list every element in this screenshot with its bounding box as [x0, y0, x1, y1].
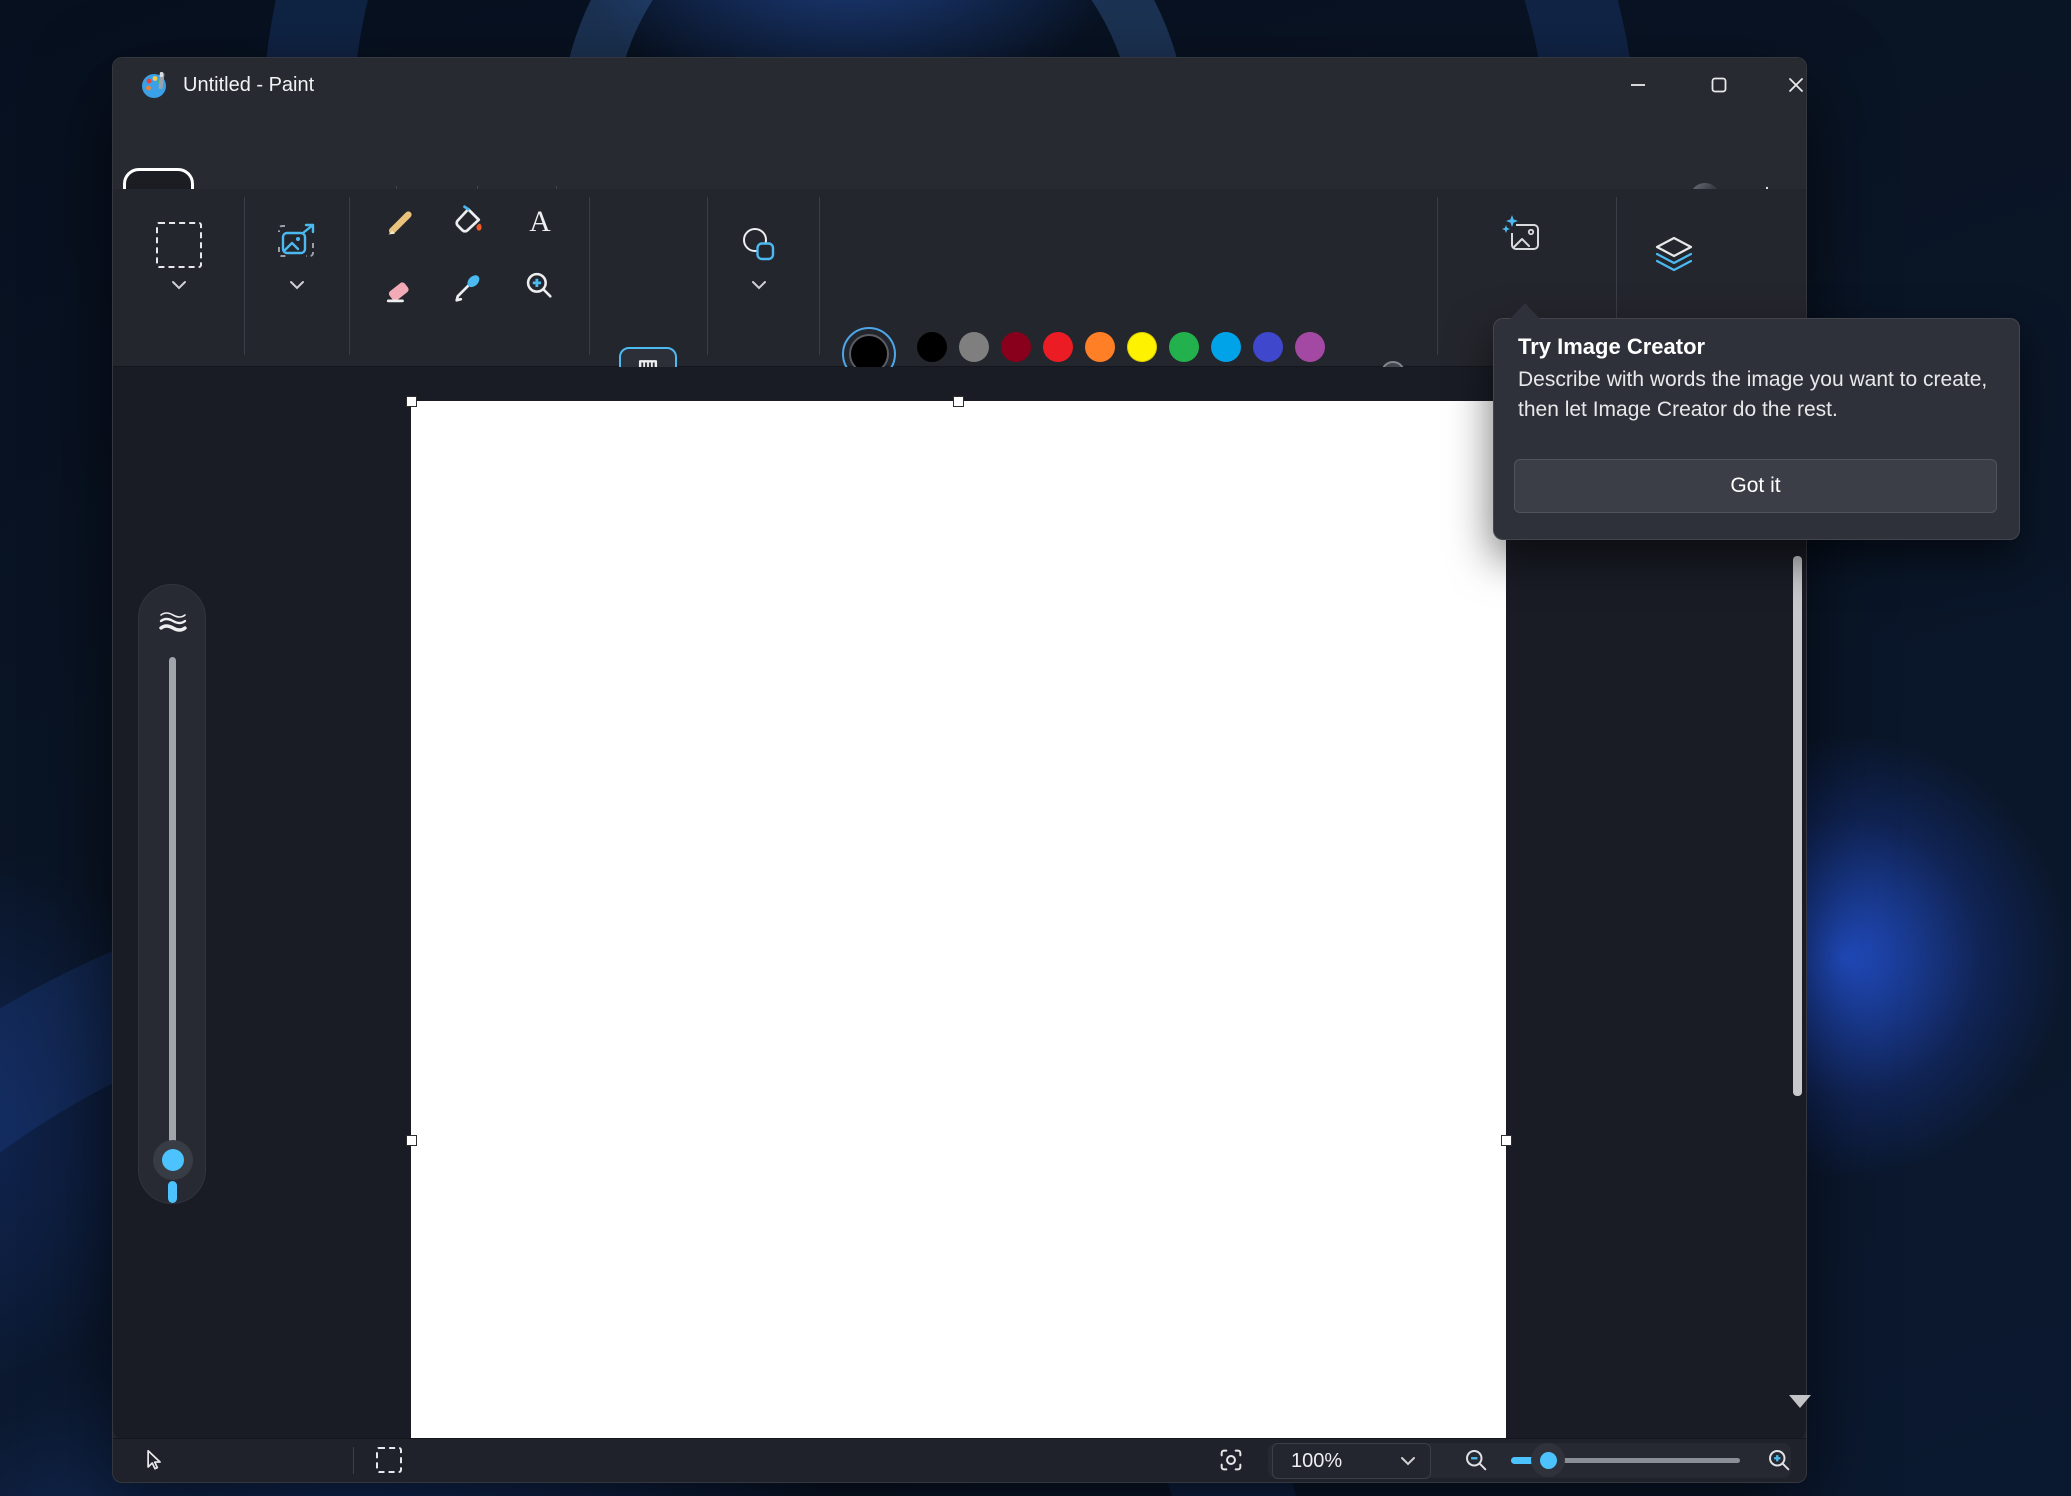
- scrollbar-down-arrow-icon[interactable]: [1789, 1395, 1811, 1408]
- text-tool-button[interactable]: A: [523, 205, 557, 239]
- eraser-tool-button[interactable]: [380, 273, 416, 309]
- got-it-label: Got it: [1730, 474, 1780, 498]
- zoom-level-value: 100%: [1291, 1450, 1400, 1473]
- tooltip-title: Try Image Creator: [1518, 334, 1995, 360]
- colour-swatch[interactable]: [1253, 332, 1283, 362]
- canvas-resize-handle[interactable]: [953, 396, 964, 407]
- minimize-button[interactable]: [1609, 62, 1667, 108]
- close-button[interactable]: [1767, 62, 1825, 108]
- canvas-resize-handle[interactable]: [406, 396, 417, 407]
- colour-swatch[interactable]: [1127, 332, 1157, 362]
- statusbar: 100%: [113, 1438, 1806, 1482]
- tooltip-body: Describe with words the image you want t…: [1518, 365, 2000, 425]
- statusbar-divider: [353, 1447, 354, 1474]
- titlebar: Untitled - Paint: [113, 58, 1806, 112]
- fill-tool-button[interactable]: [451, 204, 487, 240]
- colour-swatch[interactable]: [917, 332, 947, 362]
- window-title: Untitled - Paint: [183, 58, 314, 112]
- thickness-slider-panel: [138, 584, 206, 1204]
- thickness-slider-track[interactable]: [169, 657, 176, 1160]
- ribbon-divider: [1437, 197, 1438, 355]
- selection-size-icon: [376, 1447, 402, 1473]
- colour-swatch[interactable]: [1169, 332, 1199, 362]
- menubar: File Edit View: [113, 112, 1806, 189]
- tooltip-beak: [1509, 303, 1541, 320]
- ribbon-divider: [244, 197, 245, 355]
- chevron-down-icon[interactable]: [751, 280, 767, 290]
- colour-swatch[interactable]: [1211, 332, 1241, 362]
- ribbon-divider: [707, 197, 708, 355]
- canvas-resize-handle[interactable]: [406, 1135, 417, 1146]
- canvas-resize-handle[interactable]: [1501, 1135, 1512, 1146]
- selection-rectangle-icon: [156, 222, 202, 268]
- selection-tool-button[interactable]: [156, 222, 202, 268]
- zoom-out-icon[interactable]: [1462, 1446, 1490, 1474]
- pencil-tool-button[interactable]: [382, 207, 416, 241]
- shapes-button[interactable]: [736, 222, 782, 268]
- zoom-in-icon[interactable]: [1765, 1446, 1793, 1474]
- ribbon-divider: [349, 197, 350, 355]
- thickness-slider-thumb[interactable]: [153, 1140, 193, 1180]
- magnifier-tool-button[interactable]: [522, 268, 556, 302]
- thickness-slider-fill: [168, 1181, 177, 1203]
- ribbon-divider: [819, 197, 820, 355]
- layers-button[interactable]: [1649, 232, 1699, 278]
- svg-text:A: A: [529, 205, 551, 238]
- colour-swatch[interactable]: [1043, 332, 1073, 362]
- chevron-down-icon[interactable]: [289, 280, 305, 290]
- maximize-button[interactable]: [1690, 62, 1748, 108]
- image-tool-button[interactable]: [273, 219, 321, 267]
- colour-swatch[interactable]: [1295, 332, 1325, 362]
- paint-window: Untitled - Paint File Edit View: [112, 57, 1807, 1483]
- colour-swatch[interactable]: [1001, 332, 1031, 362]
- zoom-level-dropdown[interactable]: 100%: [1272, 1443, 1431, 1479]
- cursor-position-icon: [140, 1447, 166, 1473]
- palette-row-1: [917, 332, 1325, 362]
- drawing-canvas[interactable]: [411, 401, 1506, 1441]
- image-creator-tooltip: Try Image Creator Describe with words th…: [1493, 318, 2020, 540]
- thickness-icon: [155, 608, 191, 634]
- ribbon-divider: [589, 197, 590, 355]
- zoom-slider-thumb[interactable]: [1531, 1443, 1565, 1477]
- paint-logo-icon: [139, 69, 171, 101]
- colour-swatch[interactable]: [959, 332, 989, 362]
- fit-to-screen-icon[interactable]: [1217, 1446, 1245, 1474]
- eyedropper-tool-button[interactable]: [450, 271, 486, 307]
- got-it-button[interactable]: Got it: [1514, 459, 1997, 513]
- desktop: Untitled - Paint File Edit View: [0, 0, 2071, 1496]
- colour-swatch[interactable]: [1085, 332, 1115, 362]
- image-creator-button[interactable]: [1502, 215, 1550, 263]
- chevron-down-icon[interactable]: [171, 280, 187, 290]
- vertical-scrollbar-thumb[interactable]: [1793, 556, 1802, 1096]
